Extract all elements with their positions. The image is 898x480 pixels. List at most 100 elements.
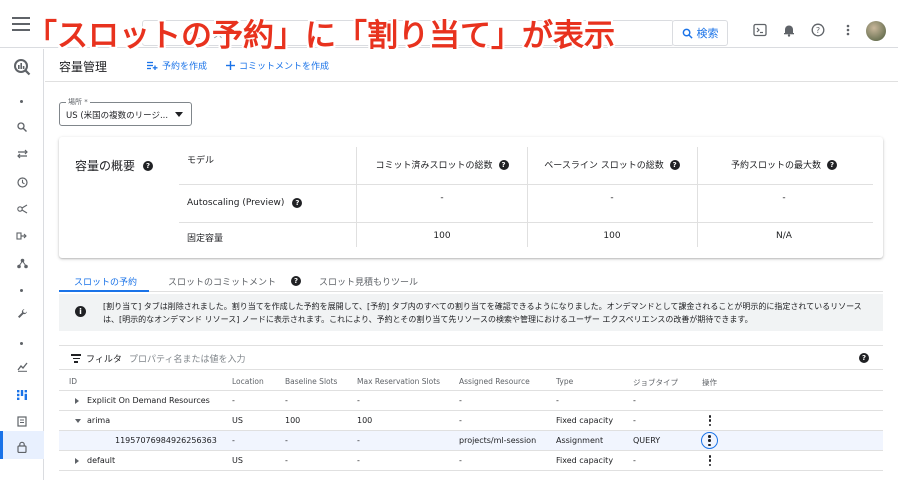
table-row: arima US 100 100 - Fixed capacity - (59, 411, 883, 431)
model-autoscaling-group: Autoscaling (Preview) ? (187, 198, 303, 208)
tab-reservations[interactable]: スロットの予約 (74, 275, 137, 288)
row-id: Explicit On Demand Resources (87, 396, 210, 405)
row-actions-menu-icon[interactable] (701, 432, 718, 449)
analytics-hub-icon[interactable] (12, 199, 32, 219)
model-autoscaling: Autoscaling (Preview) (187, 198, 285, 208)
overview-title: 容量の概要 (75, 159, 136, 173)
row-job-type: QUERY (633, 436, 661, 445)
capacity-overview-card: 容量の概要 ? モデル コミット済みスロットの総数 ? ベースライン スロットの… (59, 137, 883, 258)
expand-icon[interactable] (75, 398, 79, 404)
create-commitment-button[interactable]: コミットメントを作成 (226, 59, 329, 72)
search-button[interactable]: 検索 (672, 20, 728, 46)
row-job-type: - (633, 416, 636, 425)
table-row: 11957076984926256363 - - - projects/ml-s… (59, 431, 883, 451)
create-reservation-button[interactable]: 予約を作成 (147, 59, 207, 72)
row-type: Fixed capacity (556, 456, 614, 465)
clock-icon[interactable] (12, 172, 32, 192)
row-baseline: - (285, 456, 288, 465)
col-baseline-header-group: ベースライン スロットの総数 ? (529, 158, 695, 171)
wrench-icon[interactable] (12, 303, 32, 323)
page-header: 容量管理 予約を作成 コミットメントを作成 (45, 49, 898, 82)
search-button-label: 検索 (696, 27, 719, 40)
col-max-header-group: 予約スロットの最大数 ? (699, 158, 869, 171)
location-value: US (米国の複数のリージ... (66, 111, 169, 121)
help-icon[interactable]: ? (143, 160, 154, 171)
table-header-row: ID Location Baseline Slots Max Reservati… (59, 371, 883, 391)
tab-bar: スロットの予約 スロットのコミットメント ? スロット見積もりツール (59, 268, 883, 292)
annotation-banner: 「スロットの予約」に「割り当て」が表示 (26, 18, 615, 53)
divider (356, 147, 357, 247)
row-job-type: - (633, 456, 636, 465)
col-max: Max Reservation Slots (357, 377, 441, 386)
col-committed-header-group: コミット済みスロットの総数 ? (359, 158, 525, 171)
tab-commitments[interactable]: スロットのコミットメント (168, 275, 276, 288)
expand-icon[interactable] (75, 458, 79, 464)
row-max: - (357, 456, 360, 465)
table-row: default US - - - Fixed capacity - (59, 451, 883, 471)
divider (697, 147, 698, 247)
col-committed-header: コミット済みスロットの総数 (375, 161, 493, 171)
row-max: 100 (357, 416, 373, 425)
col-assigned: Assigned Resource (459, 377, 530, 386)
col-max-header: 予約スロットの最大数 (730, 161, 821, 171)
row-baseline: 100 (285, 416, 301, 425)
nav-dot (20, 342, 23, 345)
help-icon[interactable]: ? (498, 159, 509, 170)
more-vert-icon[interactable] (838, 20, 858, 40)
bigquery-logo-icon[interactable] (12, 57, 32, 77)
filter-bar[interactable]: フィルタ プロパティ名または値を入力 ? (59, 345, 883, 370)
divider (527, 147, 528, 247)
row-type: - (556, 396, 559, 405)
transfer-icon[interactable] (12, 144, 32, 164)
row-location: US (232, 456, 243, 465)
row-assigned: - (459, 396, 462, 405)
filter-input[interactable]: プロパティ名または値を入力 (129, 352, 245, 365)
filter-icon (71, 354, 81, 365)
sql-workspace-icon[interactable] (12, 411, 32, 431)
row-actions-menu-icon[interactable] (705, 453, 715, 468)
nav-dot (20, 289, 23, 292)
info-text: [割り当て] タブは削除されました。割り当てを作成した予約を展開して、[予約] … (103, 302, 862, 324)
row-assigned: - (459, 416, 462, 425)
row-location: - (232, 396, 235, 405)
divider (179, 222, 873, 223)
divider (179, 184, 873, 185)
col-baseline-header: ベースライン スロットの総数 (544, 161, 664, 171)
collapse-icon[interactable] (75, 419, 81, 423)
col-id: ID (69, 377, 77, 386)
capacity-management-icon[interactable] (12, 385, 32, 405)
page-title: 容量管理 (59, 60, 108, 74)
tab-estimator[interactable]: スロット見積もりツール (319, 275, 418, 288)
model-fixed: 固定容量 (187, 234, 224, 244)
help-icon[interactable]: ? (808, 20, 828, 40)
autoscaling-max: - (782, 193, 786, 203)
help-icon[interactable]: ? (291, 276, 301, 286)
col-type: Type (556, 377, 574, 386)
row-job-type: - (633, 396, 636, 405)
help-icon[interactable]: ? (292, 198, 303, 208)
help-icon[interactable]: ? (669, 159, 680, 170)
lock-icon[interactable] (12, 437, 32, 457)
monitoring-chart-icon[interactable] (12, 357, 32, 377)
search-nav-icon[interactable] (12, 117, 32, 137)
location-select[interactable]: 場所 * US (米国の複数のリージ... (59, 97, 192, 126)
row-id: 11957076984926256363 (115, 436, 217, 445)
bell-icon[interactable] (779, 20, 799, 40)
fixed-committed: 100 (433, 231, 451, 241)
terminal-icon[interactable] (750, 20, 770, 40)
dropdown-arrow-icon (175, 112, 183, 117)
row-id: default (87, 456, 116, 465)
row-baseline: - (285, 436, 288, 445)
col-location: Location (232, 377, 264, 386)
left-nav-rail (0, 49, 44, 480)
dataflow-icon[interactable] (12, 226, 32, 246)
avatar[interactable] (866, 21, 886, 41)
hierarchy-icon[interactable] (12, 253, 32, 273)
row-actions-menu-icon[interactable] (705, 413, 715, 428)
create-commitment-label: コミットメントを作成 (239, 62, 330, 72)
help-icon[interactable]: ? (827, 159, 837, 170)
create-reservation-label: 予約を作成 (162, 62, 208, 72)
location-label: 場所 * (66, 97, 90, 107)
row-max: - (357, 436, 360, 445)
help-icon[interactable]: ? (859, 353, 869, 363)
